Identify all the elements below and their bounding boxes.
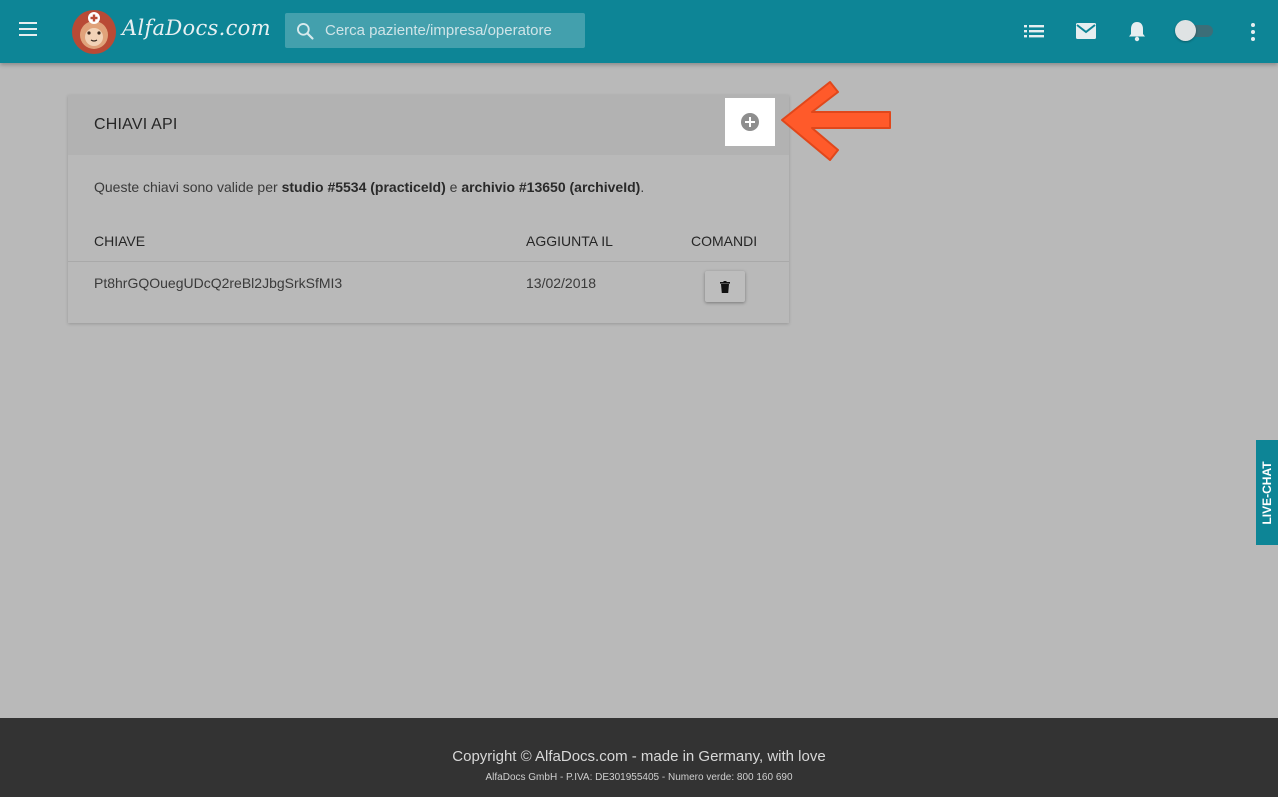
plus-circle-icon xyxy=(741,113,759,131)
more-vert-icon[interactable] xyxy=(1248,22,1258,42)
search-bar xyxy=(285,13,585,48)
search-icon xyxy=(297,23,314,40)
description-text: . xyxy=(640,179,645,195)
description-text: e xyxy=(445,179,462,195)
card-header: CHIAVI API xyxy=(68,95,789,155)
live-chat-tab[interactable]: LIVE-CHAT xyxy=(1256,440,1278,545)
delete-key-button[interactable] xyxy=(705,271,745,302)
column-header-commands: COMANDI xyxy=(691,233,758,249)
api-key-value: Pt8hrGQOuegUDcQ2reBl2JbgSrkSfMI3 xyxy=(94,275,343,291)
menu-icon[interactable] xyxy=(14,18,42,42)
toggle-knob xyxy=(1175,20,1196,41)
search-input[interactable] xyxy=(325,13,580,48)
highlight-arrow-icon xyxy=(781,81,891,161)
column-header-key: CHIAVE xyxy=(94,233,146,249)
archive-id: archivio #13650 (archiveId) xyxy=(461,179,641,195)
lion-logo-icon xyxy=(72,10,116,54)
top-app-bar: AlfaDocs.com xyxy=(0,0,1278,63)
api-keys-card: CHIAVI API Queste chiavi sono valide per… xyxy=(68,95,789,323)
table-divider xyxy=(68,261,789,262)
description-text: Queste chiavi sono valide per xyxy=(94,179,282,195)
bell-icon[interactable] xyxy=(1127,20,1147,42)
list-icon[interactable] xyxy=(1024,22,1046,40)
alfadocs-logo[interactable]: AlfaDocs.com xyxy=(70,6,270,58)
mail-icon[interactable] xyxy=(1075,22,1097,40)
trash-icon xyxy=(720,281,730,293)
card-description: Queste chiavi sono valide per studio #55… xyxy=(94,179,644,195)
column-header-added: AGGIUNTA IL xyxy=(526,233,613,249)
logo-text: AlfaDocs.com xyxy=(122,16,271,40)
toggle-switch[interactable] xyxy=(1175,20,1215,41)
added-date: 13/02/2018 xyxy=(526,275,597,291)
footer-legal: AlfaDocs GmbH - P.IVA: DE301955405 - Num… xyxy=(485,772,793,783)
add-api-key-button[interactable] xyxy=(725,98,775,146)
live-chat-label: LIVE-CHAT xyxy=(1260,460,1274,525)
footer-copyright: Copyright © AlfaDocs.com - made in Germa… xyxy=(452,748,826,765)
card-title: CHIAVI API xyxy=(94,116,178,133)
footer: Copyright © AlfaDocs.com - made in Germa… xyxy=(0,718,1278,797)
studio-id: studio #5534 (practiceId) xyxy=(281,179,446,195)
